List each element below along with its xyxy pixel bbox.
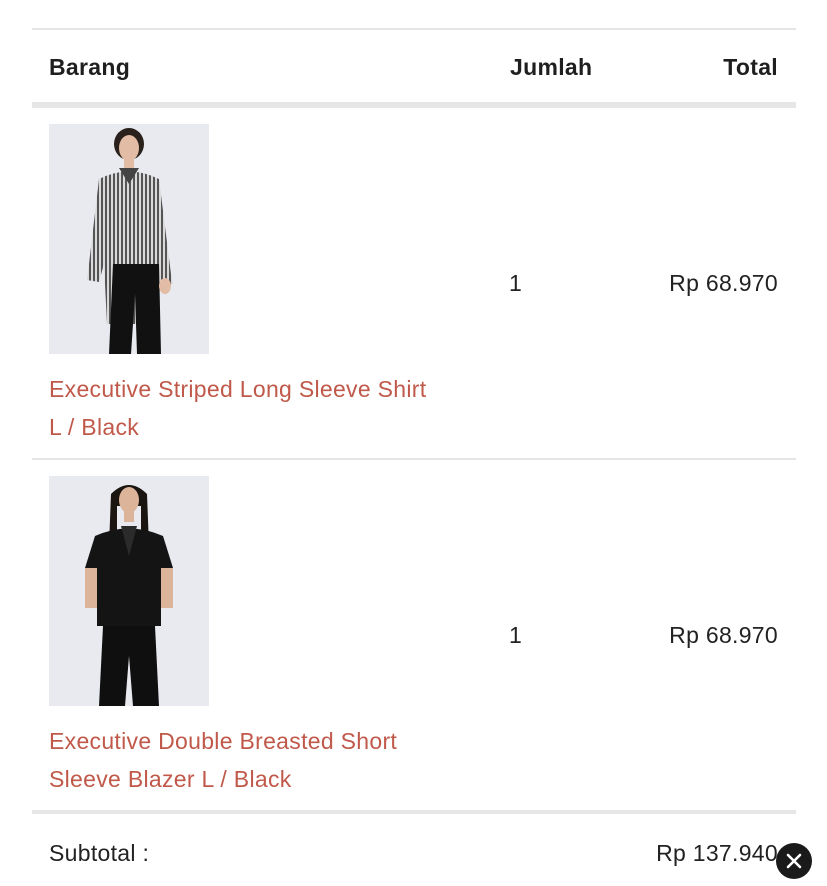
- product-variant-line: Sleeve Blazer L / Black: [49, 766, 292, 792]
- product-variant-line: L / Black: [49, 414, 140, 440]
- close-button[interactable]: [776, 843, 812, 879]
- item-price: Rp 68.970: [669, 622, 778, 648]
- table-row: Executive Striped Long Sleeve Shirt L / …: [32, 108, 796, 460]
- header-item: Barang: [49, 54, 131, 80]
- subtotal-row: Subtotal : Rp 137.940: [32, 814, 796, 884]
- close-icon: [786, 853, 802, 869]
- product-name-line: Executive Double Breasted Short: [49, 728, 398, 754]
- product-name-link[interactable]: Executive Double Breasted Short Sleeve B…: [49, 722, 489, 798]
- cart-table: Barang Jumlah Total Executive Striped Lo…: [32, 28, 796, 884]
- item-quantity: 1: [509, 622, 522, 648]
- header-total: Total: [723, 54, 778, 80]
- subtotal-value: Rp 137.940: [656, 840, 778, 866]
- header-quantity: Jumlah: [510, 54, 593, 80]
- subtotal-label: Subtotal :: [49, 840, 150, 866]
- item-quantity: 1: [509, 270, 522, 296]
- item-price: Rp 68.970: [669, 270, 778, 296]
- product-name-link[interactable]: Executive Striped Long Sleeve Shirt L / …: [49, 370, 489, 446]
- table-header: Barang Jumlah Total: [32, 30, 796, 108]
- table-row: Executive Double Breasted Short Sleeve B…: [32, 460, 796, 814]
- striped-shirt-product-photo-icon: [49, 124, 209, 354]
- product-name-line: Executive Striped Long Sleeve Shirt: [49, 376, 427, 402]
- black-blazer-product-photo-icon: [49, 476, 209, 706]
- product-image[interactable]: [49, 476, 209, 706]
- product-image[interactable]: [49, 124, 209, 354]
